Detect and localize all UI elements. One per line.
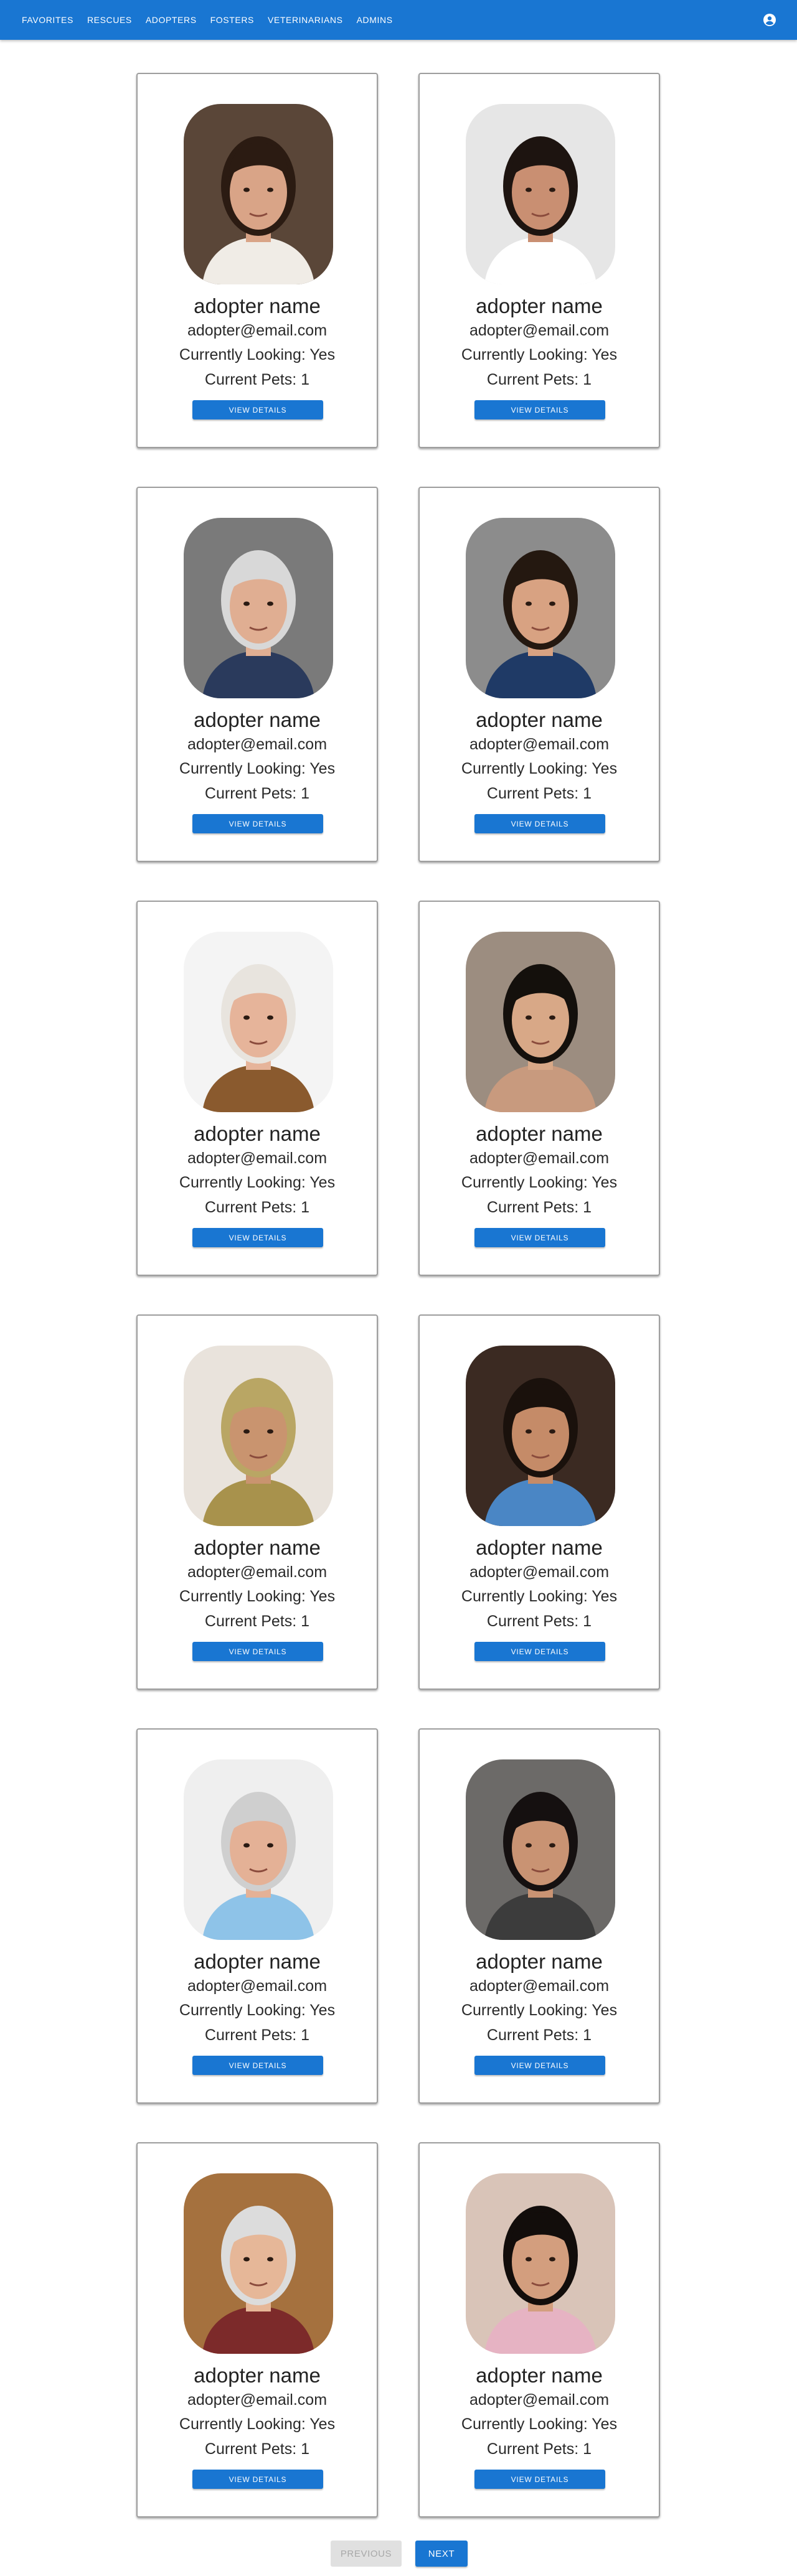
view-details-button[interactable]: View Details [192,1228,323,1247]
adopter-card: adopter name adopter@email.com Currently… [418,2142,660,2517]
adopter-email: adopter@email.com [469,1150,610,1167]
view-details-button[interactable]: View Details [192,1642,323,1661]
adopter-current-pets: Current Pets: 1 [204,1613,310,1630]
adopter-current-pets: Current Pets: 1 [486,371,592,388]
adopter-name: adopter name [476,2364,603,2387]
adopter-photo [466,518,615,698]
adopter-name: adopter name [476,294,603,317]
adopter-photo [466,1759,615,1940]
view-details-button[interactable]: View Details [192,400,323,419]
nav-item-favorites[interactable]: Favorites [15,10,80,30]
adopter-photo [184,1759,333,1940]
adopter-currently-looking: Currently Looking: Yes [179,760,336,777]
adopter-photo [184,932,333,1112]
adopter-currently-looking: Currently Looking: Yes [179,2415,336,2433]
adopter-card: adopter name adopter@email.com Currently… [418,73,660,448]
adopter-email: adopter@email.com [469,1977,610,1995]
adopter-name: adopter name [194,1950,321,1973]
adopter-current-pets: Current Pets: 1 [486,1613,592,1630]
adopter-email: adopter@email.com [187,1563,328,1581]
view-details-button[interactable]: View Details [192,2470,323,2489]
adopter-currently-looking: Currently Looking: Yes [461,1174,618,1191]
adopter-photo [184,2173,333,2354]
view-details-button[interactable]: View Details [474,2056,605,2075]
adopter-card: adopter name adopter@email.com Currently… [418,1314,660,1690]
view-details-button[interactable]: View Details [474,1642,605,1661]
adopter-email: adopter@email.com [187,736,328,753]
adopter-photo [184,104,333,284]
adopter-currently-looking: Currently Looking: Yes [461,760,618,777]
adopter-currently-looking: Currently Looking: Yes [461,2002,618,2019]
view-details-button[interactable]: View Details [474,814,605,833]
top-app-bar: Favorites Rescues Adopters Fosters Veter… [0,0,797,40]
adopter-card: adopter name adopter@email.com Currently… [136,1728,378,2104]
adopter-card: adopter name adopter@email.com Currently… [418,1728,660,2104]
adopter-email: adopter@email.com [469,736,610,753]
adopter-card: adopter name adopter@email.com Currently… [136,487,378,862]
adopter-current-pets: Current Pets: 1 [204,1199,310,1216]
adopter-name: adopter name [194,1536,321,1559]
adopter-name: adopter name [194,1122,321,1145]
adopter-currently-looking: Currently Looking: Yes [179,2002,336,2019]
adopter-current-pets: Current Pets: 1 [204,2026,310,2044]
adopter-name: adopter name [194,294,321,317]
adopter-card: adopter name adopter@email.com Currently… [136,73,378,448]
view-details-button[interactable]: View Details [474,1228,605,1247]
adopter-email: adopter@email.com [187,322,328,339]
adopter-email: adopter@email.com [187,1977,328,1995]
next-page-button[interactable]: Next [415,2541,468,2567]
adopter-photo [466,1346,615,1526]
adopter-card: adopter name adopter@email.com Currently… [136,901,378,1276]
adopter-current-pets: Current Pets: 1 [486,2440,592,2458]
adopter-email: adopter@email.com [187,1150,328,1167]
adopter-email: adopter@email.com [469,2391,610,2409]
adopter-current-pets: Current Pets: 1 [486,785,592,802]
adopter-photo [466,104,615,284]
view-details-button[interactable]: View Details [192,814,323,833]
adopter-photo [466,932,615,1112]
nav-item-adopters[interactable]: Adopters [139,10,204,30]
adopter-currently-looking: Currently Looking: Yes [461,2415,618,2433]
adopter-current-pets: Current Pets: 1 [486,1199,592,1216]
adopter-currently-looking: Currently Looking: Yes [179,1174,336,1191]
adopter-card: adopter name adopter@email.com Currently… [136,1314,378,1690]
adopter-photo [184,1346,333,1526]
nav-item-veterinarians[interactable]: Veterinarians [261,10,350,30]
adopter-name: adopter name [194,708,321,731]
view-details-button[interactable]: View Details [474,2470,605,2489]
nav-item-rescues[interactable]: Rescues [80,10,139,30]
adopter-card: adopter name adopter@email.com Currently… [418,487,660,862]
adopter-currently-looking: Currently Looking: Yes [179,346,336,363]
account-circle-icon[interactable] [762,12,777,27]
adopter-email: adopter@email.com [469,1563,610,1581]
adopter-name: adopter name [476,1122,603,1145]
adopter-current-pets: Current Pets: 1 [204,371,310,388]
view-details-button[interactable]: View Details [474,400,605,419]
adopter-card: adopter name adopter@email.com Currently… [418,901,660,1276]
adopter-currently-looking: Currently Looking: Yes [461,346,618,363]
adopter-card: adopter name adopter@email.com Currently… [136,2142,378,2517]
adopter-current-pets: Current Pets: 1 [204,785,310,802]
view-details-button[interactable]: View Details [192,2056,323,2075]
nav-item-fosters[interactable]: Fosters [204,10,261,30]
adopter-currently-looking: Currently Looking: Yes [179,1588,336,1605]
adopter-name: adopter name [476,1950,603,1973]
adopter-name: adopter name [194,2364,321,2387]
adopter-current-pets: Current Pets: 1 [486,2026,592,2044]
adopter-name: adopter name [476,708,603,731]
adopter-name: adopter name [476,1536,603,1559]
adopter-photo [184,518,333,698]
previous-page-button[interactable]: Previous [331,2541,402,2567]
adopter-email: adopter@email.com [187,2391,328,2409]
adopter-currently-looking: Currently Looking: Yes [461,1588,618,1605]
adopter-current-pets: Current Pets: 1 [204,2440,310,2458]
adopter-email: adopter@email.com [469,322,610,339]
adopter-photo [466,2173,615,2354]
nav-item-admins[interactable]: Admins [350,10,400,30]
